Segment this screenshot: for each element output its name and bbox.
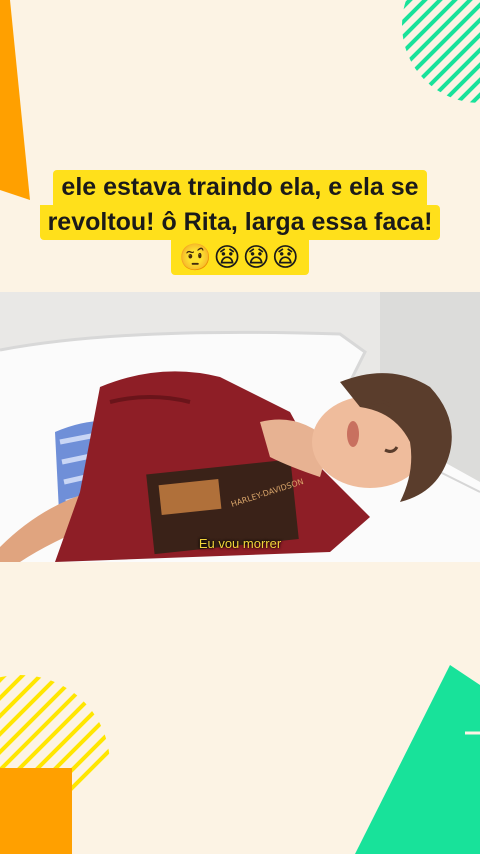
green-striped-circle	[402, 0, 480, 103]
caption-line-2: revoltou! ô Rita, larga essa faca!	[39, 205, 441, 240]
caption-emoji-line: 🤨😧😧😧	[171, 240, 309, 275]
orange-square-shape	[0, 768, 72, 854]
video-player[interactable]: HARLEY-DAVIDSON Eu vou morrer	[0, 292, 480, 562]
video-subtitle: Eu vou morrer	[198, 536, 282, 551]
caption-line-1: ele estava traindo ela, e ela se	[53, 170, 427, 205]
green-triangle-shape	[355, 665, 480, 854]
caption-block: ele estava traindo ela, e ela se revolto…	[0, 170, 480, 275]
video-frame-illustration: HARLEY-DAVIDSON	[0, 292, 480, 562]
